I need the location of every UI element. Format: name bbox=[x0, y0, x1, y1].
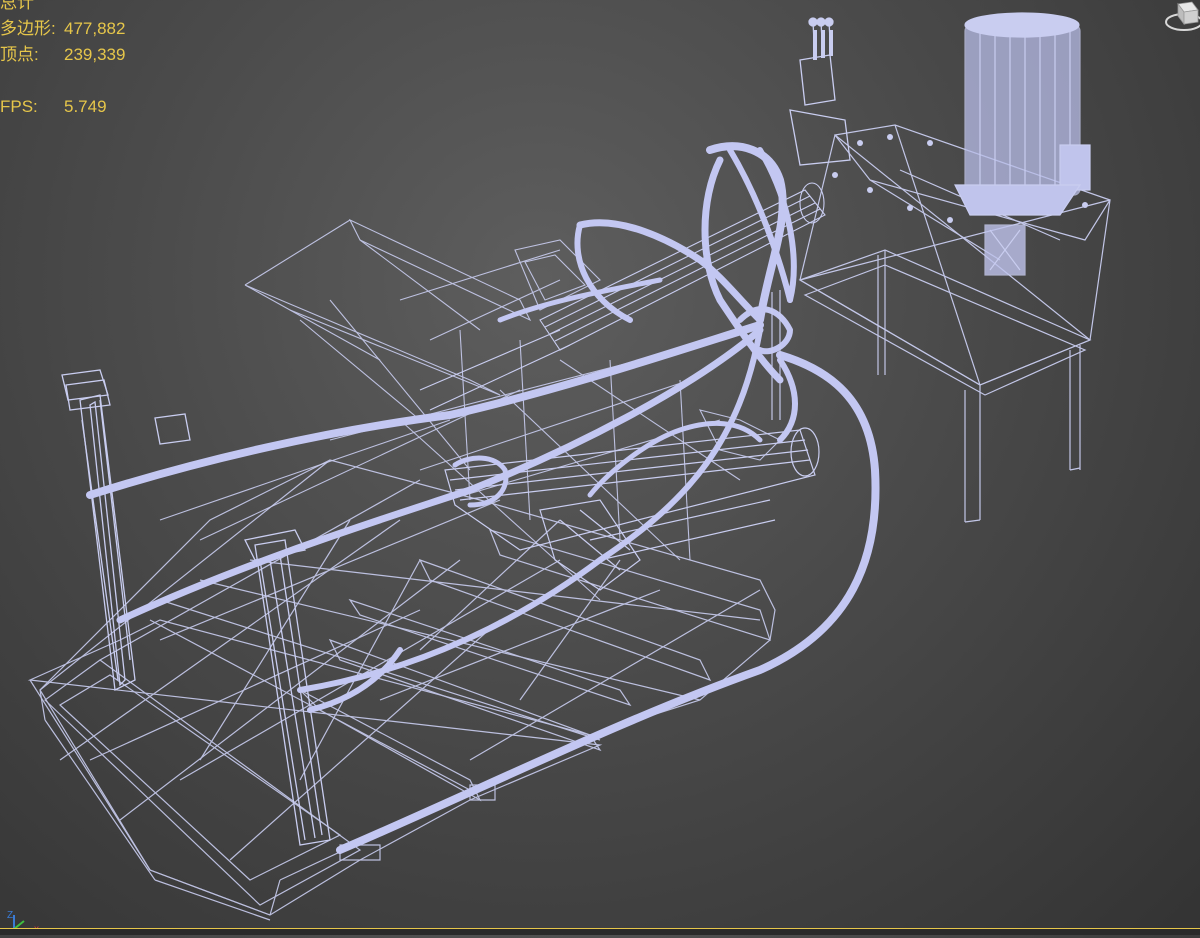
polygons-label: 多边形: bbox=[0, 19, 56, 38]
machine-base-frame bbox=[27, 459, 776, 921]
pipes bbox=[86, 142, 880, 854]
fps-label: FPS: bbox=[0, 97, 38, 116]
stats-total-label: 总计 bbox=[0, 0, 34, 12]
viewport-perspective[interactable]: 总计 多边形:477,882 顶点:239,339 FPS:5.749 Z x bbox=[0, 0, 1200, 935]
vertices-value: 239,339 bbox=[64, 45, 126, 64]
vertices-label: 顶点: bbox=[0, 45, 39, 64]
stats-polygons-row: 多边形: 477,882 bbox=[0, 16, 125, 42]
viewport-bottom-border bbox=[0, 928, 1200, 935]
viewport-stats: 总计 多边形: 477,882 顶点: 239,339 FPS: 5.749 bbox=[0, 0, 125, 120]
cylinder-lower bbox=[444, 427, 820, 591]
axis-z-label: Z bbox=[7, 910, 13, 921]
stats-fps-row: FPS: 5.749 bbox=[0, 94, 125, 120]
wireframe-model[interactable] bbox=[0, 0, 1200, 935]
stats-vertices-row: 顶点: 239,339 bbox=[0, 42, 125, 68]
polygons-value: 477,882 bbox=[64, 19, 126, 38]
fps-value: 5.749 bbox=[64, 97, 107, 116]
viewcube-icon[interactable] bbox=[1158, 0, 1200, 34]
